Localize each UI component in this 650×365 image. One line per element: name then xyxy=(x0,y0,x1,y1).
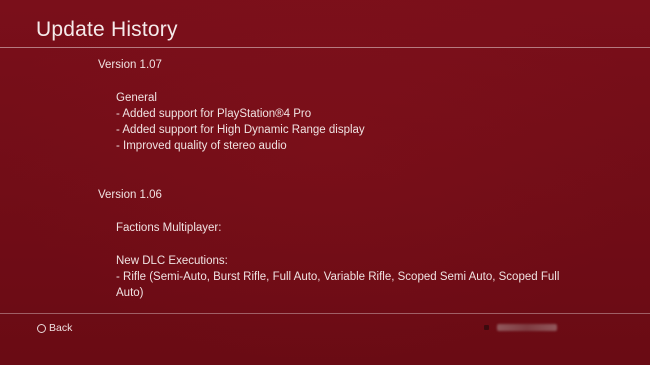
user-name-blurred xyxy=(497,324,557,331)
circle-button-icon xyxy=(37,323,46,333)
changelog-item: - Added support for High Dynamic Range d… xyxy=(116,124,365,136)
version-heading: Version 1.06 xyxy=(98,189,162,201)
section-heading: Factions Multiplayer: xyxy=(116,222,222,234)
back-button[interactable]: Back xyxy=(37,322,72,334)
footer-divider xyxy=(0,313,650,314)
subsection-heading: New DLC Executions: xyxy=(116,255,228,267)
page-title: Update History xyxy=(36,18,178,41)
changelog-item: Auto) xyxy=(116,287,144,299)
changelog-item: - Improved quality of stereo audio xyxy=(116,140,287,152)
version-heading: Version 1.07 xyxy=(98,59,162,71)
changelog-item: - Added support for PlayStation®4 Pro xyxy=(116,108,312,120)
user-status-icon xyxy=(484,325,489,330)
footer-bar: Back xyxy=(0,320,650,365)
update-history-list[interactable]: Version 1.07 General - Added support for… xyxy=(0,48,650,313)
changelog-item: - Rifle (Semi-Auto, Burst Rifle, Full Au… xyxy=(116,271,560,283)
user-indicator xyxy=(484,324,557,331)
section-heading: General xyxy=(116,92,157,104)
back-label: Back xyxy=(49,322,73,334)
